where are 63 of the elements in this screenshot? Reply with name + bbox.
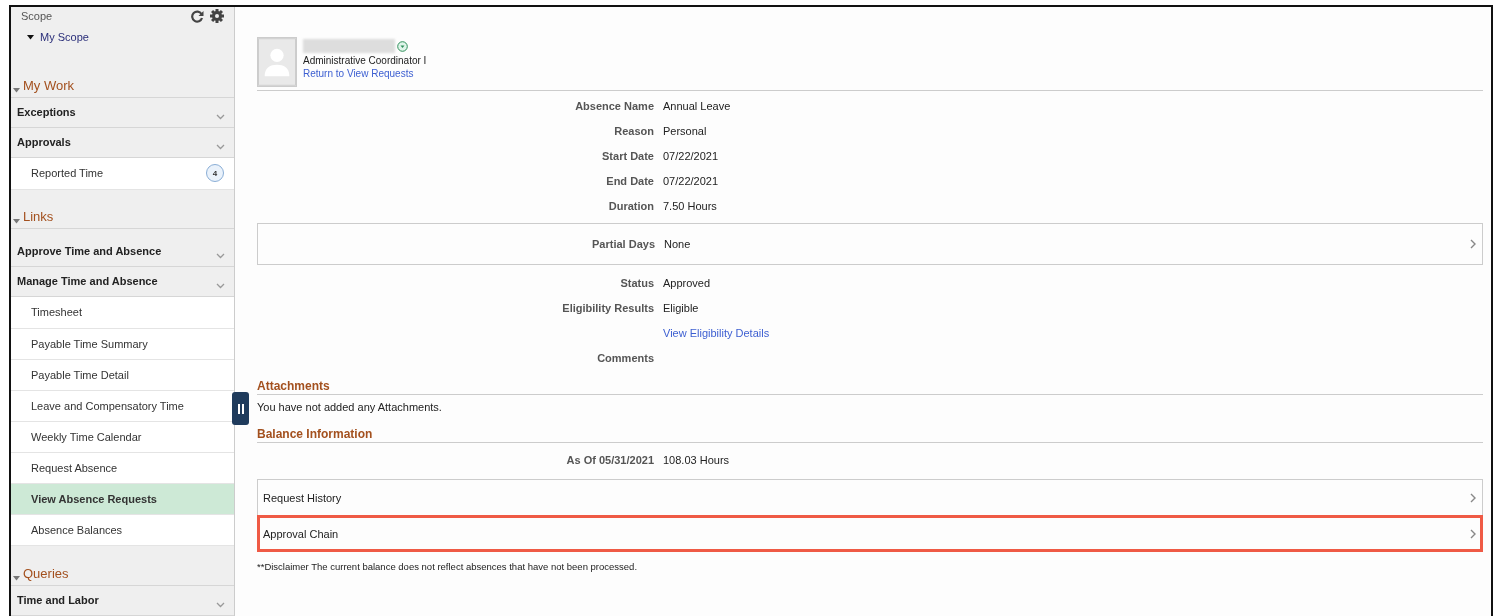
field-value: 7.50 Hours	[663, 199, 718, 214]
field-label: Absence Name	[574, 99, 654, 114]
menu-item[interactable]: View Absence Requests	[11, 484, 234, 516]
field-label: Partial Days	[591, 238, 655, 250]
settings-icon[interactable]	[210, 9, 224, 23]
section-heading: Balance Information	[257, 421, 1483, 443]
scope-label: Scope	[21, 10, 53, 22]
details-link[interactable]: View Eligibility Details	[663, 327, 770, 339]
job-title: Administrative Coordinator I	[303, 55, 427, 66]
dropdown-icon[interactable]	[397, 40, 408, 52]
menu-item[interactable]: Weekly Time Calendar	[11, 421, 234, 454]
field-label: As Of 05/31/2021	[565, 453, 654, 468]
field-label: Duration	[607, 199, 654, 214]
chevron-down-icon	[216, 601, 225, 608]
field-value: Eligible	[663, 301, 700, 316]
field-label: Start Date	[601, 149, 654, 164]
menu-group[interactable]: Approvals	[17, 136, 71, 148]
field-label: Status	[619, 276, 654, 291]
menu-group[interactable]: Approve Time and Absence	[17, 244, 162, 257]
menu-item[interactable]: Payable Time Summary	[11, 328, 234, 360]
menu-item[interactable]: Timesheet	[11, 297, 234, 329]
chevron-right-icon	[1470, 239, 1476, 249]
menu-item[interactable]: Absence Balances	[11, 515, 234, 547]
field-value: Approved	[663, 276, 712, 291]
menu-group[interactable]: Time and Labor	[17, 593, 99, 606]
count-badge: 4	[206, 164, 224, 183]
field-label: Eligibility Results	[561, 301, 654, 316]
chevron-right-icon	[1470, 492, 1476, 503]
menu-item[interactable]: Reported Time 4	[11, 158, 234, 190]
scope-item[interactable]: My Scope	[40, 31, 89, 43]
field-label: Reason	[613, 124, 654, 139]
return-link[interactable]: Return to View Requests	[303, 68, 427, 79]
disclaimer-text: **Disclaimer The current balance does not reflect absences that have not been processed.	[257, 561, 639, 572]
section-heading: Attachments	[257, 373, 1483, 395]
menu-group[interactable]: Manage Time and Absence	[17, 274, 158, 287]
refresh-icon[interactable]	[191, 9, 204, 23]
section-header[interactable]: Queries	[23, 565, 69, 581]
section-header[interactable]: Links	[23, 208, 54, 224]
expandable-panel[interactable]: Request History	[257, 479, 1483, 516]
section-header[interactable]: My Work	[23, 77, 75, 93]
triangle-down-icon[interactable]	[27, 34, 34, 40]
field-value: 07/22/2021	[663, 174, 720, 189]
avatar-icon	[257, 37, 297, 87]
chevron-down-icon	[216, 114, 225, 120]
menu-item[interactable]: Request Absence	[11, 453, 234, 485]
field-value: None	[664, 238, 692, 250]
menu-group[interactable]: Exceptions	[17, 105, 76, 118]
field-value: Personal	[663, 124, 708, 139]
menu-item[interactable]: Payable Time Detail	[11, 359, 234, 391]
attachments-message: You have not added any Attachments.	[257, 400, 443, 415]
chevron-down-icon	[216, 283, 225, 290]
field-label: Comments	[596, 351, 654, 366]
field-label: End Date	[605, 174, 654, 189]
collapse-handle[interactable]	[232, 392, 249, 425]
chevron-down-icon	[216, 252, 225, 259]
expandable-panel[interactable]: Approval Chain	[257, 515, 1483, 552]
field-value: Annual Leave	[663, 99, 732, 114]
expandable-panel[interactable]: Partial Days None	[257, 223, 1483, 265]
field-value: 108.03 Hours	[663, 453, 731, 468]
field-value: 07/22/2021	[663, 149, 720, 164]
menu-item[interactable]: Leave and Compensatory Time	[11, 390, 234, 422]
chevron-right-icon	[1470, 528, 1476, 539]
chevron-down-icon	[216, 144, 225, 151]
